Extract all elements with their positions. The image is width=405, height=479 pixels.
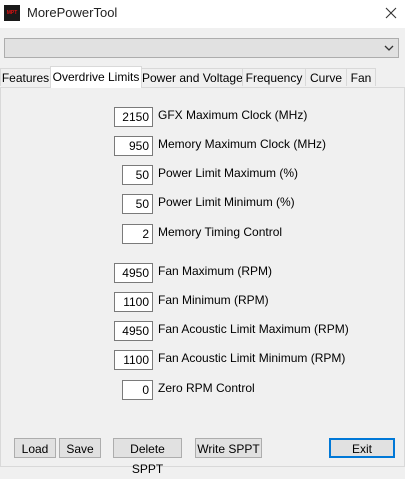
tab-power-and-voltage[interactable]: Power and Voltage: [141, 68, 243, 86]
chevron-down-icon: [384, 45, 394, 51]
power-limit-min-field[interactable]: 50: [122, 194, 153, 214]
window-title: MorePowerTool: [27, 5, 118, 20]
fan-min-field[interactable]: 1100: [114, 292, 153, 312]
device-select[interactable]: [4, 38, 399, 58]
power-limit-max-label: Power Limit Maximum (%): [158, 166, 299, 180]
fan-acoustic-min-field[interactable]: 1100: [114, 350, 153, 370]
fan-acoustic-min-label: Fan Acoustic Limit Minimum (RPM): [158, 351, 346, 365]
memory-max-clock-label: Memory Maximum Clock (MHz): [158, 137, 326, 151]
save-button[interactable]: Save: [59, 438, 101, 458]
tab-overdrive-limits[interactable]: Overdrive Limits: [50, 66, 142, 88]
gfx-max-clock-field[interactable]: 2150: [114, 107, 153, 127]
close-icon: [385, 7, 397, 19]
tab-frequency[interactable]: Frequency: [242, 68, 306, 86]
zero-rpm-control-field[interactable]: 0: [122, 380, 153, 400]
load-button[interactable]: Load: [14, 438, 56, 458]
tab-strip: Features Overdrive Limits Power and Volt…: [0, 66, 405, 88]
exit-button[interactable]: Exit: [329, 438, 395, 458]
power-limit-max-field[interactable]: 50: [122, 165, 153, 185]
gfx-max-clock-label: GFX Maximum Clock (MHz): [158, 108, 308, 122]
fan-max-label: Fan Maximum (RPM): [158, 264, 273, 278]
delete-sppt-button[interactable]: Delete SPPT: [113, 438, 182, 476]
memory-timing-control-field[interactable]: 2: [122, 224, 153, 244]
fan-acoustic-max-label: Fan Acoustic Limit Maximum (RPM): [158, 322, 349, 336]
zero-rpm-control-label: Zero RPM Control: [158, 381, 255, 395]
write-sppt-button[interactable]: Write SPPT: [195, 438, 262, 458]
power-limit-min-label: Power Limit Minimum (%): [158, 195, 295, 209]
tab-curve[interactable]: Curve: [305, 68, 347, 86]
close-button[interactable]: [378, 1, 404, 25]
tab-fan[interactable]: Fan: [346, 68, 376, 86]
memory-max-clock-field[interactable]: 950: [114, 136, 153, 156]
tab-features[interactable]: Features: [0, 68, 51, 86]
fan-acoustic-max-field[interactable]: 4950: [114, 321, 153, 341]
fan-max-field[interactable]: 4950: [114, 263, 153, 283]
memory-timing-control-label: Memory Timing Control: [158, 225, 283, 239]
title-bar: MPT MorePowerTool: [0, 0, 405, 28]
fan-min-label: Fan Minimum (RPM): [158, 293, 269, 307]
app-logo-icon: MPT: [4, 5, 20, 21]
